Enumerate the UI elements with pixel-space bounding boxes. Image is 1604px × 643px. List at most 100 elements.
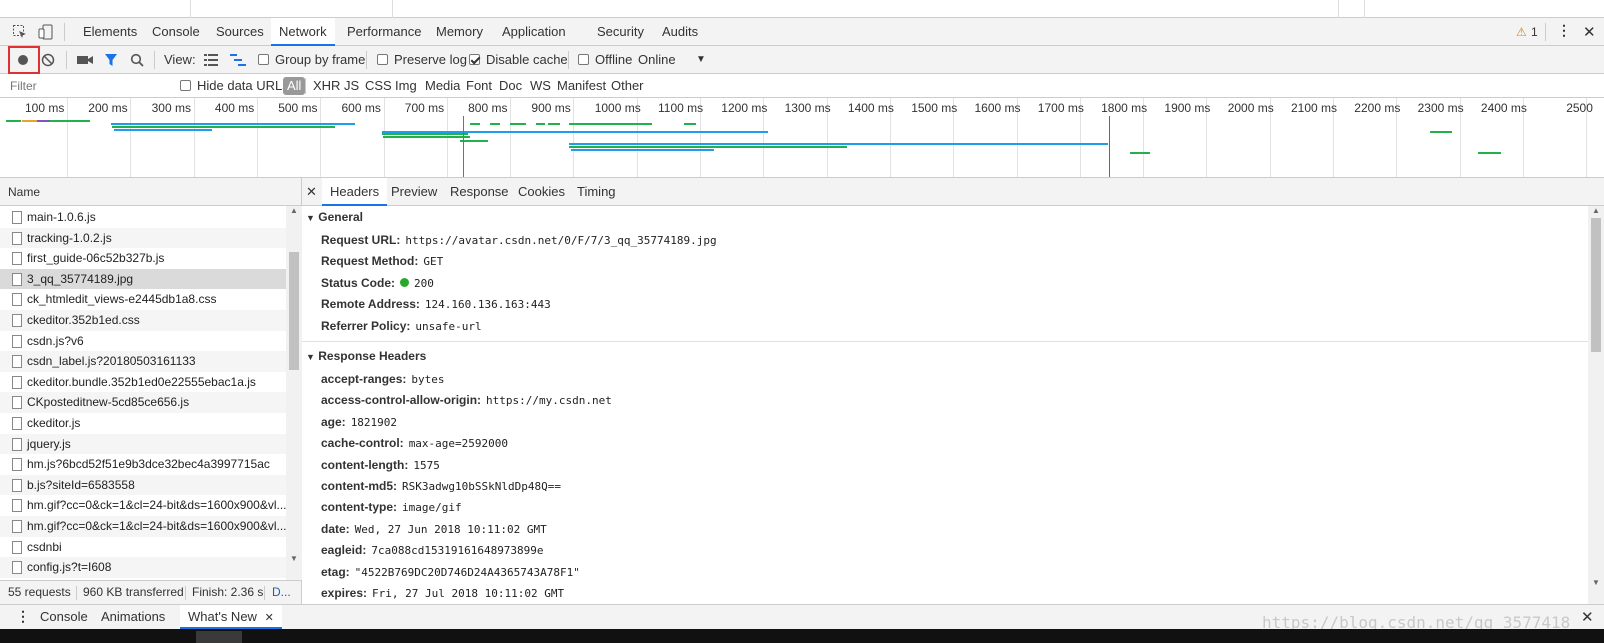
filter-type-img[interactable]: Img — [395, 74, 417, 98]
screenshot-camera-icon[interactable] — [77, 54, 93, 69]
filter-input[interactable] — [6, 76, 168, 96]
response-header-row: accept-ranges: bytes — [321, 369, 445, 390]
waterfall-overview-icon[interactable] — [230, 54, 246, 69]
request-row[interactable]: hm.js?6bcd52f51e9b3dce32bec4a3997715ac — [0, 454, 286, 476]
tab-timing[interactable]: Timing — [569, 178, 624, 206]
large-rows-icon[interactable] — [204, 54, 218, 69]
tab-elements[interactable]: Elements — [75, 18, 145, 46]
tab-headers[interactable]: Headers — [322, 178, 388, 206]
timeline-request-bar — [470, 123, 480, 125]
timeline-gridline — [510, 98, 512, 177]
close-devtools-icon[interactable]: ✕ — [1583, 23, 1596, 41]
file-icon — [12, 561, 22, 575]
tab-memory[interactable]: Memory — [428, 18, 491, 46]
page-divider — [1338, 0, 1339, 18]
hide-data-urls-checkbox[interactable] — [180, 80, 191, 91]
record-icon[interactable] — [18, 55, 28, 65]
timeline-tick-label: 1500 ms — [911, 101, 958, 115]
timeline-request-bar — [571, 149, 714, 151]
request-row[interactable]: jquery.js — [0, 433, 286, 455]
inspect-element-icon[interactable] — [12, 24, 28, 40]
tab-application[interactable]: Application — [494, 18, 574, 46]
tab-response[interactable]: Response — [442, 178, 517, 206]
scroll-up-icon[interactable]: ▲ — [1592, 206, 1600, 215]
request-row[interactable]: hm.gif?cc=0&ck=1&cl=24-bit&ds=1600x900&v… — [0, 495, 286, 517]
name-column-header[interactable]: Name — [0, 178, 302, 206]
filter-type-media[interactable]: Media — [425, 74, 460, 98]
header-value: 1821902 — [350, 415, 398, 429]
scrollbar-thumb[interactable] — [1591, 218, 1601, 352]
timeline-tick-label: 2500 — [1566, 101, 1593, 115]
filter-type-xhr[interactable]: XHR — [313, 74, 340, 98]
timeline-tick-label: 2000 ms — [1227, 101, 1274, 115]
tab-security[interactable]: Security — [589, 18, 652, 46]
request-row[interactable]: first_guide-06c52b327b.js — [0, 248, 286, 270]
chevron-down-icon[interactable]: ▼ — [696, 54, 706, 65]
close-detail-icon[interactable]: ✕ — [306, 184, 317, 200]
request-list-scrollbar[interactable]: ▲ ▼ — [286, 206, 302, 580]
response-headers-title: Response Headers — [318, 349, 427, 363]
filter-type-other[interactable]: Other — [611, 74, 644, 98]
filter-funnel-icon[interactable] — [104, 53, 118, 70]
filter-type-css[interactable]: CSS — [365, 74, 392, 98]
filter-type-ws[interactable]: WS — [530, 74, 551, 98]
search-icon[interactable] — [130, 53, 144, 70]
tab-sources[interactable]: Sources — [208, 18, 272, 46]
timeline-tick-label: 1900 ms — [1164, 101, 1211, 115]
request-row[interactable]: ckeditor.352b1ed.css — [0, 310, 286, 331]
drawer-tab-whats-new[interactable]: What's New ✕ — [180, 605, 282, 629]
scroll-down-icon[interactable]: ▼ — [290, 554, 298, 563]
tab-audits[interactable]: Audits — [654, 18, 706, 46]
filter-type-doc[interactable]: Doc — [499, 74, 522, 98]
drawer-tab-console[interactable]: Console — [32, 605, 96, 629]
throttling-select[interactable]: Online — [638, 46, 676, 74]
request-list[interactable]: main-1.0.6.js tracking-1.0.2.js first_guid… — [0, 206, 302, 580]
request-row[interactable]: tracking-1.0.2.js — [0, 227, 286, 249]
timeline-gridline — [256, 98, 258, 177]
tab-preview[interactable]: Preview — [383, 178, 445, 206]
filter-type-all[interactable]: All — [283, 77, 306, 95]
request-row[interactable]: ck_htmledit_views-e2445db1a8.css — [0, 289, 286, 311]
scroll-up-icon[interactable]: ▲ — [290, 206, 298, 215]
request-row[interactable]: csdn_label.js?20180503161133 — [0, 351, 286, 373]
scrollbar-thumb[interactable] — [289, 252, 299, 370]
request-row[interactable]: ckeditor.js — [0, 413, 286, 434]
filter-type-manifest[interactable]: Manifest — [557, 74, 606, 98]
close-drawer-icon[interactable]: ✕ — [1581, 608, 1594, 626]
tab-network[interactable]: Network — [271, 18, 335, 46]
device-toolbar-icon[interactable] — [38, 24, 54, 40]
clear-icon[interactable] — [41, 53, 55, 70]
header-value: image/gif — [402, 501, 462, 515]
tab-cookies[interactable]: Cookies — [510, 178, 573, 206]
drawer-menu-icon[interactable]: ⋮ — [16, 608, 30, 624]
request-row[interactable]: hm.gif?cc=0&ck=1&cl=24-bit&ds=1600x900&v… — [0, 516, 286, 537]
scroll-down-icon[interactable]: ▼ — [1592, 578, 1600, 587]
toolbar-divider — [154, 51, 155, 69]
request-row[interactable]: main-1.0.6.js — [0, 207, 286, 228]
filter-type-font[interactable]: Font — [466, 74, 492, 98]
headers-scrollbar[interactable]: ▲ ▼ — [1588, 206, 1604, 604]
request-row[interactable]: csdnbi — [0, 536, 286, 558]
tab-console[interactable]: Console — [144, 18, 208, 46]
request-row[interactable]: config.js?t=I608 — [0, 557, 286, 579]
tab-performance[interactable]: Performance — [339, 18, 429, 46]
offline-checkbox[interactable] — [578, 54, 589, 65]
drawer-tab-animations[interactable]: Animations — [93, 605, 173, 629]
request-row[interactable]: CKposteditnew-5cd85ce656.js — [0, 392, 286, 414]
general-section-header[interactable]: ▼ General — [302, 206, 1588, 228]
request-row[interactable]: csdn.js?v6 — [0, 330, 286, 352]
preserve-log-checkbox[interactable] — [377, 54, 388, 65]
overview-timeline[interactable]: 100 ms 200 ms 300 ms 400 ms 500 ms 600 ms 700 … — [0, 98, 1604, 178]
close-tab-icon[interactable]: ✕ — [265, 612, 274, 624]
warning-icon[interactable]: ⚠ — [1516, 25, 1527, 39]
request-row[interactable]: 3_qq_35774189.jpg — [0, 268, 286, 290]
timeline-tick-label: 400 ms — [214, 101, 255, 115]
request-row[interactable]: ckeditor.bundle.352b1ed0e22555ebac1a.js — [0, 371, 286, 393]
filter-type-js[interactable]: JS — [344, 74, 359, 98]
timeline-tick-label: 1200 ms — [721, 101, 768, 115]
more-options-icon[interactable]: ⋮ — [1557, 23, 1571, 37]
request-row[interactable]: b.js?siteId=6583558 — [0, 474, 286, 496]
group-by-frame-checkbox[interactable] — [258, 54, 269, 65]
response-headers-section-header[interactable]: ▼ Response Headers — [302, 345, 1588, 367]
disable-cache-checkbox[interactable] — [469, 54, 480, 65]
